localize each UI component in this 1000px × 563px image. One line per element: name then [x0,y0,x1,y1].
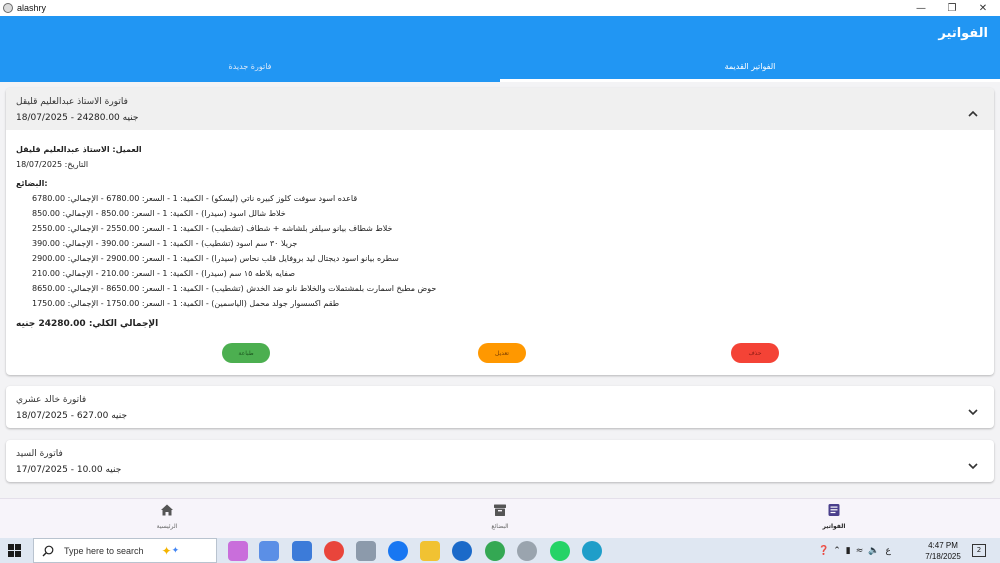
client-line: العميل: الاستاذ عبدالعليم قليقل [16,145,142,154]
window-title: alashry [17,3,47,13]
print-button[interactable]: طباعة [222,343,270,363]
whatsapp-icon[interactable] [550,541,570,561]
app-icon [3,3,13,13]
delete-button[interactable]: حذف [731,343,779,363]
notification-count: 2 [976,546,982,554]
globe-app-icon[interactable] [517,541,537,561]
goods-item: طقم اكسسوار جولد محمل (الياسمين) - الكمي… [32,299,340,308]
goods-item: جريلا ٣٠ سم اسود (تشطيب) - الكمية: 1 - ا… [32,239,298,248]
volume-icon[interactable]: 🔈 [868,546,879,556]
chevron-down-icon[interactable] [968,456,978,470]
windows-start-icon[interactable] [8,544,21,557]
close-icon[interactable]: ✕ [968,0,998,16]
battery-icon[interactable]: ▮ [846,546,851,556]
invoice-card: فاتورة الاستاذ عبدالعليم قليقل 18/07/202… [6,88,994,375]
goods-label: البضائع: [16,179,48,188]
invoice-subtitle: 17/07/2025 - 10.00 جنيه [16,465,122,475]
nav-invoices-label: الفواتير [822,523,846,530]
sparkle-icon: ✦ [171,545,180,556]
nav-goods[interactable]: البضائع [460,503,540,530]
search-icon [42,545,54,556]
archive-icon [494,504,506,516]
chevron-up-icon[interactable]: ⌃ [833,546,841,556]
bottom-navigation: الرئيسية البضائع الفواتير [0,498,1000,538]
chevron-down-icon[interactable] [968,402,978,416]
teams-icon[interactable] [259,541,279,561]
invoice-title: فاتورة الاستاذ عبدالعليم قليقل [16,97,128,107]
tab-old-invoices[interactable]: الفواتير القديمة [500,62,1000,71]
notification-icon[interactable]: 2 [972,544,986,557]
chrome-icon[interactable] [324,541,344,561]
search-placeholder: Type here to search [64,545,144,556]
help-icon[interactable]: ❓ [818,546,829,556]
nav-invoices[interactable]: الفواتير [794,503,874,530]
nav-home[interactable]: الرئيسية [127,503,207,530]
goods-item: خلاط شالل اسود (سيدرا) - الكمية: 1 - الس… [32,209,286,218]
windows-taskbar: Type here to search ✦ ✦ ❓ ⌃ ▮ ≈ 🔈 ع 4:47… [0,538,1000,563]
app-header: الفواتير [0,16,1000,82]
taskbar-clock[interactable]: 4:47 PM 7/18/2025 [918,540,968,562]
goods-item: حوض مطبخ اسمارت بلمشتملات والخلاط نانو ض… [32,284,437,293]
input-language[interactable]: ع [885,546,890,556]
nav-goods-label: البضائع [491,523,509,530]
chrome-profile-icon[interactable] [485,541,505,561]
invoice-title: فاتورة السيد [16,449,63,459]
tab-new-invoice[interactable]: فاتورة جديدة [0,62,500,71]
receipt-icon [828,504,840,516]
page-title: الفواتير [938,26,988,41]
date-line: التاريخ: 18/07/2025 [16,160,89,169]
nav-home-label: الرئيسية [156,523,178,530]
app-store-icon[interactable] [452,541,472,561]
app-window-icon[interactable] [356,541,376,561]
taskbar-search-box[interactable]: Type here to search ✦ ✦ [33,538,217,563]
invoice-card[interactable]: فاتورة خالد عشري 18/07/2025 - 627.00 جني… [6,386,994,428]
invoice-subtitle: 18/07/2025 - 24280.00 جنيه [16,113,139,123]
sparkle-icon: ✦ [161,543,172,558]
system-tray: ❓ ⌃ ▮ ≈ 🔈 ع [818,538,891,563]
wifi-icon[interactable]: ≈ [856,546,864,556]
goods-list: قاعده اسود سوفت كلوز كبيره ناتي (ليسكو) … [32,191,976,311]
clock-date: 7/18/2025 [925,552,961,561]
file-explorer-icon[interactable] [420,541,440,561]
invoice-subtitle: 18/07/2025 - 627.00 جنيه [16,411,128,421]
store-icon[interactable] [292,541,312,561]
home-icon [161,504,173,516]
invoice-card-header[interactable]: فاتورة الاستاذ عبدالعليم قليقل 18/07/202… [6,88,994,130]
chevron-up-icon[interactable] [968,104,978,117]
goods-item: قاعده اسود سوفت كلوز كبيره ناتي (ليسكو) … [32,194,358,203]
invoice-title: فاتورة خالد عشري [16,395,87,405]
invoice-card-header[interactable]: فاتورة السيد 17/07/2025 - 10.00 جنيه [6,440,994,482]
edit-button[interactable]: تعديل [478,343,526,363]
invoice-list: فاتورة الاستاذ عبدالعليم قليقل 18/07/202… [0,82,1000,498]
copilot-icon[interactable] [228,541,248,561]
invoice-card[interactable]: فاتورة السيد 17/07/2025 - 10.00 جنيه [6,440,994,482]
clock-time: 4:47 PM [928,541,958,550]
invoice-details: العميل: الاستاذ عبدالعليم قليقل التاريخ:… [16,142,976,332]
facebook-icon[interactable] [388,541,408,561]
goods-item: خلاط شطاف بيانو سيلفر بلشاشه + شطاف (تشط… [32,224,393,233]
window-titlebar: alashry — ❐ ✕ [0,0,1000,16]
goods-item: سطره بيانو اسود ديجتال ليد بروفايل قلب ن… [32,254,399,263]
maximize-icon[interactable]: ❐ [937,0,967,16]
edge-icon[interactable] [582,541,602,561]
invoice-card-header[interactable]: فاتورة خالد عشري 18/07/2025 - 627.00 جني… [6,386,994,428]
minimize-icon[interactable]: — [906,0,936,16]
invoice-total: الإجمالي الكلي: 24280.00 جنيه [16,319,159,329]
goods-item: صفايه بلاطه ١٥ سم (سيدرا) - الكمية: 1 - … [32,269,295,278]
